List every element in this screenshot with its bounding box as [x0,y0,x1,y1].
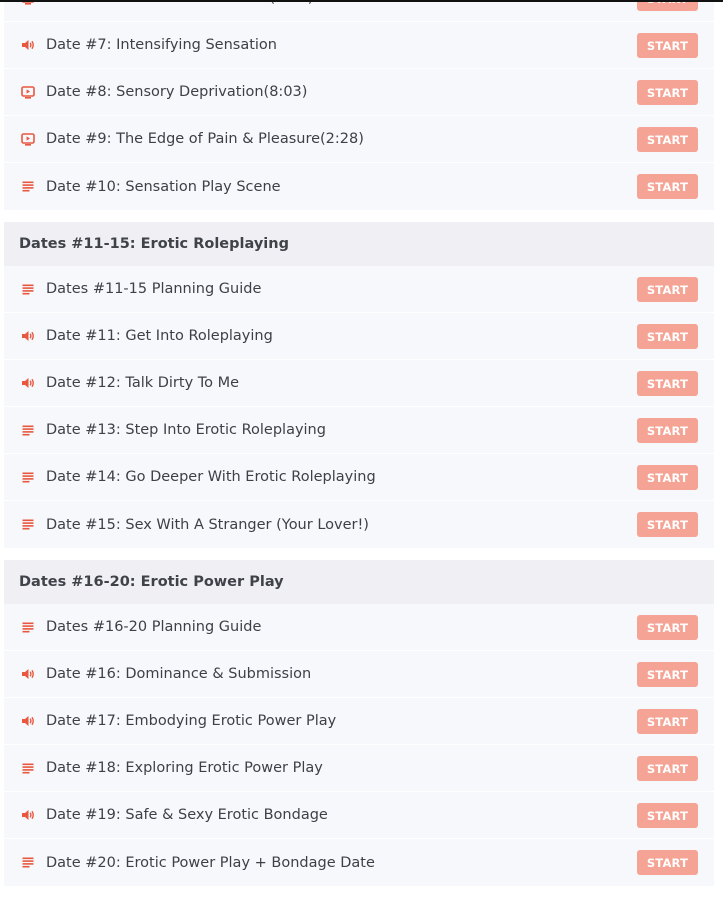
lesson-title[interactable]: Date #7: Intensifying Sensation [46,37,277,53]
lesson-title[interactable]: Date #17: Embodying Erotic Power Play [46,713,336,729]
text-icon [21,856,35,870]
course-curriculum-page: Date #6: The Sensation Matrix(9:01)START… [0,0,723,897]
lesson-title[interactable]: Date #9: The Edge of Pain & Pleasure(2:2… [46,131,364,147]
audio-icon [21,667,35,681]
start-button[interactable]: START [637,277,698,302]
start-button[interactable]: START [637,33,698,58]
text-icon [21,620,35,634]
lesson-row[interactable]: Date #15: Sex With A Stranger (Your Love… [4,501,714,548]
text-icon [21,761,35,775]
text-icon [21,470,35,484]
audio-icon [21,714,35,728]
lesson-row[interactable]: Date #18: Exploring Erotic Power Play STA… [4,745,714,792]
start-button[interactable]: START [637,756,698,781]
start-button[interactable]: START [637,80,698,105]
audio-icon [21,38,35,52]
lesson-row[interactable]: Dates #16-20 Planning Guide START [4,604,714,651]
lesson-row[interactable]: Dates #11-15 Planning Guide START [4,266,714,313]
lesson-row[interactable]: Date #9: The Edge of Pain & Pleasure(2:2… [4,116,714,163]
audio-icon [21,329,35,343]
start-button[interactable]: START [637,418,698,443]
video-icon [21,85,35,99]
curriculum-section: Dates #11-15: Erotic Roleplaying Dates #1… [4,222,714,548]
lesson-row[interactable]: Date #12: Talk Dirty To Me START [4,360,714,407]
audio-icon [21,808,35,822]
video-icon [21,132,35,146]
lesson-title[interactable]: Date #10: Sensation Play Scene [46,179,281,195]
start-button[interactable]: START [637,615,698,640]
lesson-title[interactable]: Date #8: Sensory Deprivation(8:03) [46,84,307,100]
section-title: Dates #16-20: Erotic Power Play [4,560,714,604]
lesson-title[interactable]: Dates #11-15 Planning Guide [46,281,261,297]
lesson-row[interactable]: Date #20: Erotic Power Play + Bondage Da… [4,839,714,886]
start-button[interactable]: START [637,174,698,199]
lesson-row[interactable]: Date #19: Safe & Sexy Erotic Bondage STAR… [4,792,714,839]
lesson-title[interactable]: Date #14: Go Deeper With Erotic Roleplay… [46,469,376,485]
lesson-title[interactable]: Date #16: Dominance & Submission [46,666,311,682]
lesson-title[interactable]: Date #18: Exploring Erotic Power Play [46,760,323,776]
lesson-row[interactable]: Date #10: Sensation Play Scene START [4,163,714,210]
start-button[interactable]: START [637,662,698,687]
section-title: Dates #11-15: Erotic Roleplaying [4,222,714,266]
audio-icon [21,376,35,390]
start-button[interactable]: START [637,850,698,875]
lesson-row[interactable]: Date #17: Embodying Erotic Power Play STA… [4,698,714,745]
start-button[interactable]: START [637,127,698,152]
start-button[interactable]: START [637,324,698,349]
start-button[interactable]: START [637,512,698,537]
start-button[interactable]: START [637,709,698,734]
start-button[interactable]: START [637,465,698,490]
lesson-row[interactable]: Date #11: Get Into Roleplaying START [4,313,714,360]
lesson-title[interactable]: Date #20: Erotic Power Play + Bondage Da… [46,855,375,871]
lesson-row[interactable]: Date #13: Step Into Erotic Roleplaying ST… [4,407,714,454]
lesson-title[interactable]: Date #13: Step Into Erotic Roleplaying [46,422,326,438]
section-gap [4,210,714,222]
text-icon [21,423,35,437]
lesson-title[interactable]: Date #11: Get Into Roleplaying [46,328,273,344]
text-icon [21,180,35,194]
start-button[interactable]: START [637,803,698,828]
section-gap [4,548,714,560]
lesson-row[interactable]: Date #8: Sensory Deprivation(8:03) START [4,69,714,116]
lesson-title[interactable]: Date #19: Safe & Sexy Erotic Bondage [46,807,328,823]
start-button[interactable]: START [637,371,698,396]
lesson-title[interactable]: Date #12: Talk Dirty To Me [46,375,239,391]
curriculum-list: Date #6: The Sensation Matrix(9:01)START… [4,0,714,886]
lesson-row[interactable]: Date #7: Intensifying Sensation START [4,22,714,69]
text-icon [21,282,35,296]
lesson-title[interactable]: Dates #16-20 Planning Guide [46,619,261,635]
curriculum-section: Dates #16-20: Erotic Power Play Dates #16… [4,560,714,886]
text-icon [21,518,35,532]
curriculum-section: Date #6: The Sensation Matrix(9:01)START… [4,0,714,210]
lesson-row[interactable]: Date #14: Go Deeper With Erotic Roleplay… [4,454,714,501]
lesson-row[interactable]: Date #16: Dominance & Submission START [4,651,714,698]
lesson-row[interactable]: Date #6: The Sensation Matrix(9:01)START [4,0,714,22]
lesson-title[interactable]: Date #15: Sex With A Stranger (Your Love… [46,517,369,533]
window-top-border [0,0,723,2]
